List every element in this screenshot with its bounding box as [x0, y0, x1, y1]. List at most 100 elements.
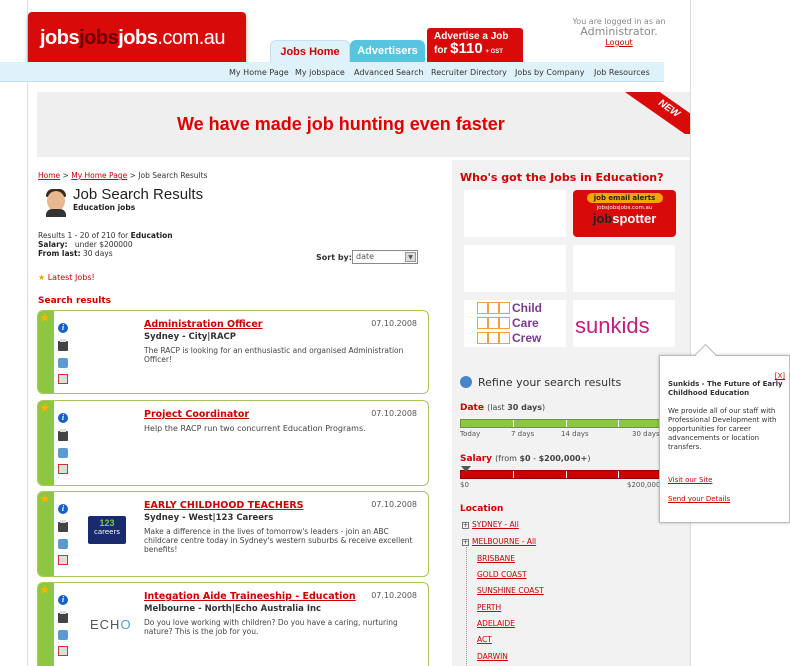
sort-label: Sort by: [316, 253, 352, 262]
promo-banner[interactable]: We have made job hunting even faster [37, 92, 690, 157]
print-icon[interactable] [58, 339, 68, 351]
save-icon[interactable] [58, 630, 68, 640]
child-care-crew-logo[interactable]: Child Care Crew [477, 301, 557, 347]
print-icon[interactable] [58, 611, 68, 623]
salary-handle[interactable] [461, 466, 471, 472]
ribbon-text: NEW [625, 92, 690, 134]
print-icon[interactable] [58, 429, 68, 441]
expand-icon[interactable]: + [462, 522, 469, 529]
info-icon[interactable]: i [58, 323, 68, 333]
info-icon[interactable]: i [58, 595, 68, 605]
job-description: The RACP is looking for an enthusiastic … [144, 346, 404, 364]
email-icon[interactable] [58, 646, 68, 656]
logo-digits: 123 [99, 518, 115, 528]
location-sunshine-coast[interactable]: SUNSHINE COAST [477, 586, 544, 595]
job-title[interactable]: EARLY CHILDHOOD TEACHERS [144, 500, 304, 511]
star-icon: ★ [38, 273, 46, 282]
nav-recruiter-directory[interactable]: Recruiter Directory [431, 68, 507, 77]
sort-select[interactable]: date ▼ [352, 250, 418, 264]
location-item[interactable]: PERTH [477, 603, 501, 612]
close-button[interactable]: [X] [775, 372, 785, 380]
save-icon[interactable] [58, 358, 68, 368]
breadcrumb-home[interactable]: Home [38, 171, 60, 180]
chevron-down-icon: ▼ [405, 252, 416, 262]
job-title[interactable]: Administration Officer [144, 319, 262, 330]
job-location: Sydney - City|RACP [144, 332, 237, 342]
visit-site-link[interactable]: Visit our Site [668, 476, 712, 484]
site-logo[interactable]: jobsjobsjobs.com.au [28, 12, 246, 67]
ccc-word: Child [512, 301, 542, 315]
breadcrumb-sep: > [62, 171, 69, 180]
date-label: Date [460, 403, 484, 413]
tab-jobs-home[interactable]: Jobs Home [270, 40, 350, 62]
location-adelaide[interactable]: ADELAIDE [477, 619, 515, 628]
job-location: Melbourne - North|Echo Australia Inc [144, 604, 322, 614]
from-label: From last: [38, 249, 81, 258]
sponsor-slot[interactable] [573, 245, 675, 292]
featured-star-icon [38, 401, 54, 485]
logo-part: ECH [90, 617, 121, 632]
location-act[interactable]: ACT [477, 635, 492, 644]
sunkids-logo[interactable]: sunkids [575, 313, 650, 339]
expand-icon[interactable]: + [462, 539, 469, 546]
location-item[interactable]: + SYDNEY - All [462, 520, 519, 529]
nav-jobs-by-company[interactable]: Jobs by Company [515, 68, 584, 77]
company-logo-123-careers[interactable]: 123 careers [88, 516, 126, 544]
location-item[interactable]: DARWIN [477, 652, 508, 661]
location-sydney[interactable]: SYDNEY - All [472, 520, 519, 529]
job-card[interactable]: i 123careers EARLY CHILDHOOD TEACHERS 07… [37, 491, 429, 577]
nav-job-resources[interactable]: Job Resources [594, 68, 650, 77]
logo-part: jobs [118, 27, 158, 49]
nav-advanced-search[interactable]: Advanced Search [354, 68, 424, 77]
job-location: Sydney - West|123 Careers [144, 513, 274, 523]
latest-jobs-link[interactable]: ★ Latest Jobs! [38, 273, 95, 282]
nav-my-home-page[interactable]: My Home Page [229, 68, 289, 77]
job-title[interactable]: Project Coordinator [144, 409, 249, 420]
save-icon[interactable] [58, 539, 68, 549]
location-item[interactable]: ACT [477, 635, 492, 644]
job-date: 07.10.2008 [371, 500, 417, 509]
print-icon[interactable] [58, 520, 68, 532]
search-results-heading: Search results [38, 296, 112, 306]
info-icon[interactable]: i [58, 413, 68, 423]
job-card[interactable]: i Project Coordinator 07.10.2008 Help th… [37, 400, 429, 486]
job-card[interactable]: i ECHO Integation Aide Traineeship - Edu… [37, 582, 429, 666]
location-item[interactable]: BRISBANE [477, 554, 515, 563]
email-icon[interactable] [58, 464, 68, 474]
date-slider[interactable] [460, 419, 670, 428]
save-icon[interactable] [58, 448, 68, 458]
logout-link[interactable]: Logout [605, 38, 632, 47]
salary-slider[interactable] [460, 470, 670, 479]
location-perth[interactable]: PERTH [477, 603, 501, 612]
location-item[interactable]: + MELBOURNE - All [462, 537, 536, 546]
date-pre: (last [487, 403, 505, 412]
advertise-job-button[interactable]: Advertise a Job for $110 + GST [427, 28, 523, 62]
email-icon[interactable] [58, 555, 68, 565]
jobspotter-ad[interactable]: job email alerts jobsjobsjobs.com.au job… [573, 190, 676, 237]
job-title[interactable]: Integation Aide Traineeship - Education [144, 591, 356, 602]
location-item[interactable]: SUNSHINE COAST [477, 586, 544, 595]
location-gold-coast[interactable]: GOLD COAST [477, 570, 527, 579]
salary-filter-label: Salary (from $0 - $200,000+) [460, 454, 590, 464]
email-icon[interactable] [58, 374, 68, 384]
location-darwin[interactable]: DARWIN [477, 652, 508, 661]
send-details-link[interactable]: Send your Details [668, 495, 730, 503]
location-brisbane[interactable]: BRISBANE [477, 554, 515, 563]
location-melbourne[interactable]: MELBOURNE - All [472, 537, 536, 546]
sub-navigation: My Home Page My jobspace Advanced Search… [0, 62, 664, 82]
info-icon[interactable]: i [58, 504, 68, 514]
sponsor-slot[interactable] [464, 190, 566, 237]
location-item[interactable]: GOLD COAST [477, 570, 527, 579]
breadcrumb-current: Job Search Results [138, 171, 208, 180]
breadcrumb-my-home[interactable]: My Home Page [71, 171, 127, 180]
salary-scale: $0 [460, 481, 469, 489]
logo-part: .com.au [157, 27, 226, 49]
job-card[interactable]: i Administration Officer 07.10.2008 Sydn… [37, 310, 429, 394]
company-logo-echo[interactable]: ECHO [90, 617, 132, 632]
sponsor-slot[interactable] [464, 245, 566, 292]
tab-advertisers[interactable]: Advertisers [350, 40, 425, 62]
location-item[interactable]: ADELAIDE [477, 619, 515, 628]
banner-text: We have made job hunting even faster [177, 114, 505, 134]
nav-my-jobspace[interactable]: My jobspace [295, 68, 345, 77]
logo-part: O [120, 617, 132, 632]
